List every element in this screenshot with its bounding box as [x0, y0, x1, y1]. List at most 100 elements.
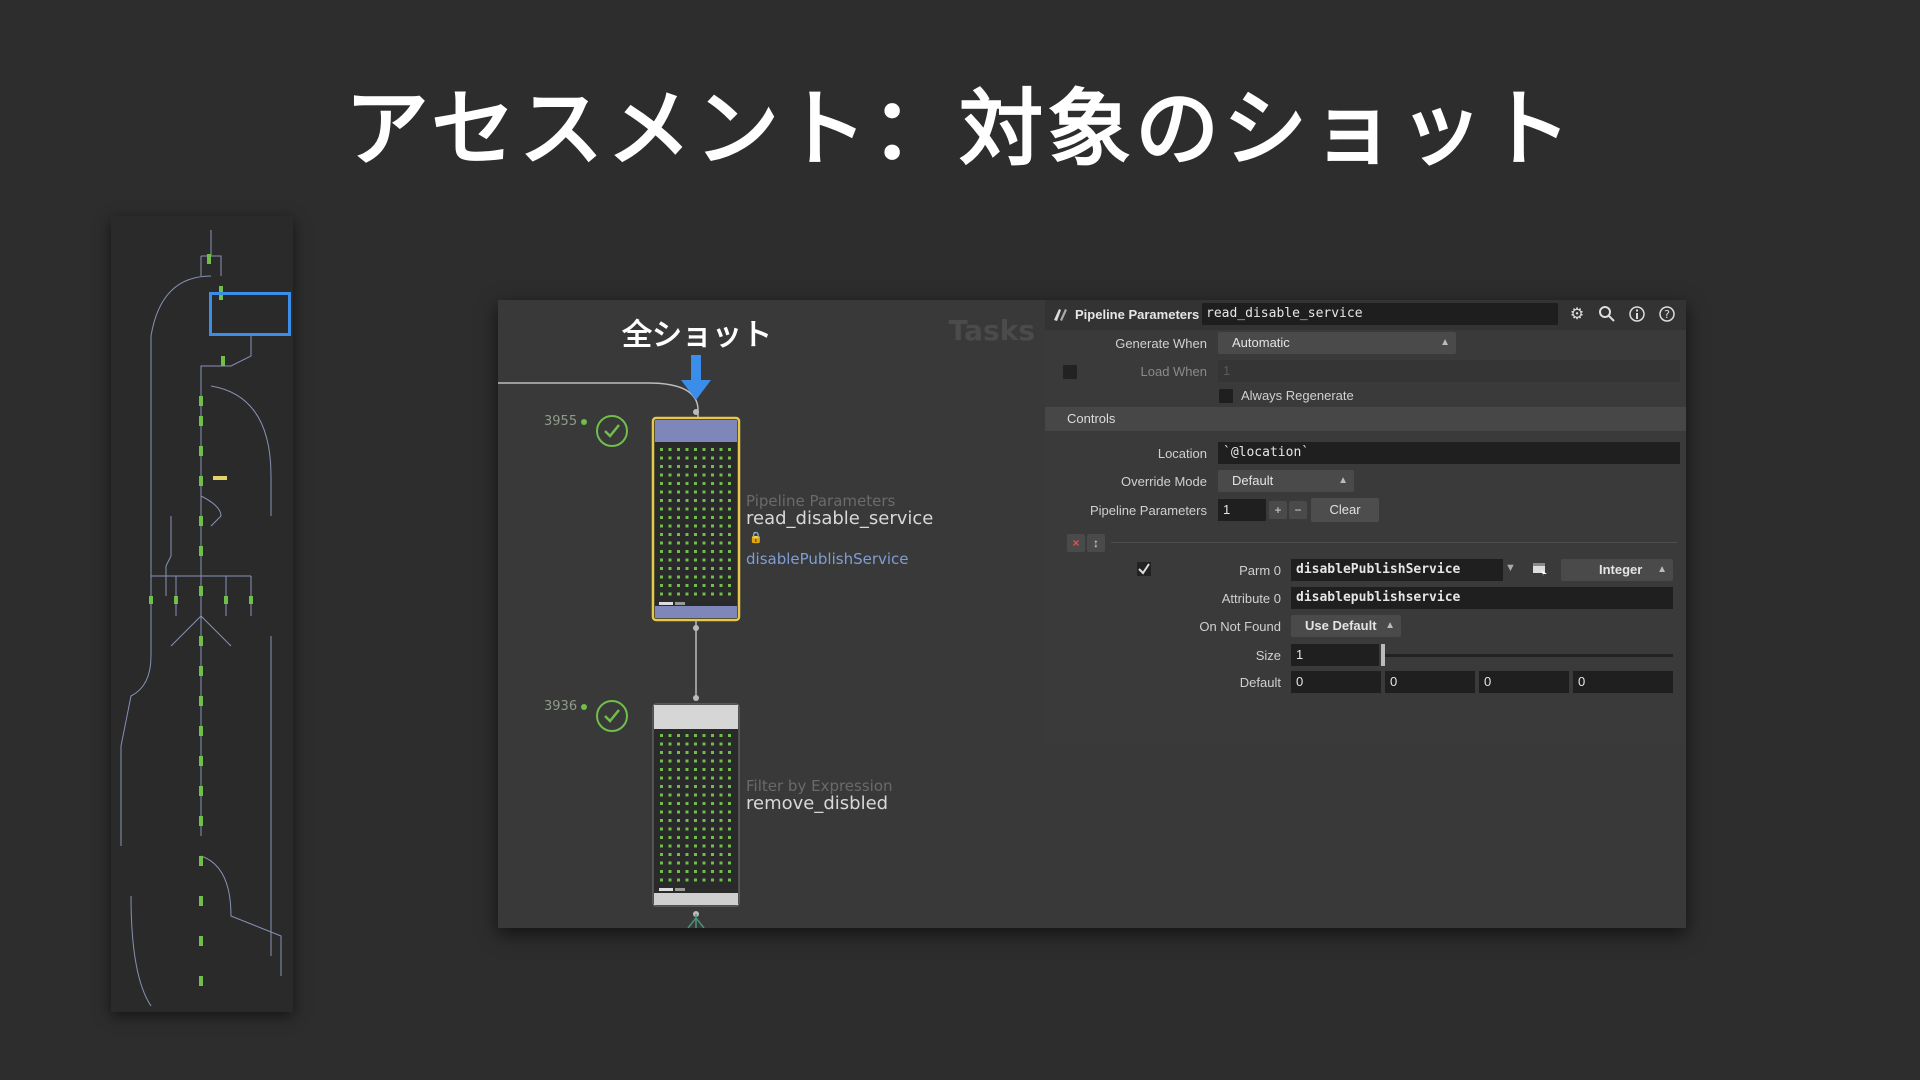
work-item-dot[interactable]	[702, 516, 706, 519]
work-item-dot[interactable]	[711, 456, 714, 460]
work-item-dot[interactable]	[711, 734, 714, 737]
work-item-dot[interactable]	[719, 490, 723, 494]
work-item-dot[interactable]	[694, 533, 697, 536]
work-item-dot[interactable]	[660, 751, 663, 754]
work-item-dot[interactable]	[694, 499, 697, 502]
work-item-dot[interactable]	[719, 776, 723, 780]
work-item-dot[interactable]	[677, 465, 680, 468]
work-item-dot[interactable]	[668, 584, 672, 587]
work-item-dot[interactable]	[728, 584, 731, 587]
work-item-dot[interactable]	[694, 861, 697, 865]
add-parameter-button[interactable]: +	[1269, 501, 1287, 519]
work-item-dot[interactable]	[677, 575, 680, 579]
work-item-dot[interactable]	[719, 844, 723, 848]
work-item-dot[interactable]	[677, 759, 680, 763]
work-item-dot[interactable]	[660, 567, 663, 570]
work-item-dot[interactable]	[694, 844, 697, 848]
work-item-dot[interactable]	[719, 473, 723, 477]
work-item-dot[interactable]	[711, 861, 714, 865]
work-item-dot[interactable]	[668, 541, 672, 545]
work-item-dot[interactable]	[660, 878, 663, 882]
work-item-dot[interactable]	[711, 793, 714, 797]
work-item-dot[interactable]	[685, 853, 689, 856]
work-item-dot[interactable]	[711, 499, 714, 502]
work-item-dot[interactable]	[711, 870, 714, 873]
work-item-dot[interactable]	[711, 567, 714, 570]
size-slider-track[interactable]	[1383, 654, 1673, 657]
work-item-dot[interactable]	[660, 584, 663, 587]
work-item-dot[interactable]	[685, 575, 689, 579]
location-field[interactable]: `@location`	[1218, 442, 1680, 464]
work-item-dot[interactable]	[702, 592, 706, 596]
work-item-dot[interactable]	[677, 499, 680, 502]
work-item-dot[interactable]	[711, 785, 714, 788]
work-item-dot[interactable]	[668, 473, 672, 477]
default-field-1[interactable]: 0	[1385, 671, 1475, 693]
remove-parameter-button[interactable]: −	[1289, 501, 1307, 519]
work-item-dot[interactable]	[694, 819, 697, 822]
work-item-dot[interactable]	[728, 734, 731, 737]
work-item-dot[interactable]	[677, 785, 680, 788]
work-item-dot[interactable]	[668, 768, 672, 771]
work-item-dot[interactable]	[685, 734, 689, 737]
work-item-dot[interactable]	[728, 742, 731, 746]
work-item-dot[interactable]	[711, 507, 714, 511]
work-item-dot[interactable]	[702, 878, 706, 882]
work-item-dot[interactable]	[702, 507, 706, 511]
work-item-dot[interactable]	[694, 768, 697, 771]
work-item-dot[interactable]	[677, 507, 680, 511]
work-item-dot[interactable]	[668, 533, 672, 536]
work-item-dot[interactable]	[702, 870, 706, 873]
work-item-dot[interactable]	[685, 507, 689, 511]
work-item-dot[interactable]	[719, 567, 723, 570]
work-item-dot[interactable]	[668, 751, 672, 754]
work-item-dot[interactable]	[702, 759, 706, 763]
parm0-dropdown-icon[interactable]: ▼	[1505, 562, 1516, 574]
work-item-dot[interactable]	[668, 575, 672, 579]
work-item-dot[interactable]	[685, 550, 689, 553]
work-item-dot[interactable]	[694, 853, 697, 856]
work-item-dot[interactable]	[702, 785, 706, 788]
work-item-dot[interactable]	[719, 836, 723, 839]
work-item-dot[interactable]	[694, 870, 697, 873]
work-item-dot[interactable]	[719, 456, 723, 460]
work-item-dot[interactable]	[711, 853, 714, 856]
work-item-dot[interactable]	[711, 541, 714, 545]
work-item-dot[interactable]	[719, 768, 723, 771]
work-item-dot[interactable]	[677, 810, 680, 814]
work-item-dot[interactable]	[660, 870, 663, 873]
work-item-dot[interactable]	[719, 584, 723, 587]
work-item-dot[interactable]	[685, 742, 689, 746]
work-item-dot[interactable]	[728, 499, 731, 502]
work-item-dot[interactable]	[719, 592, 723, 596]
work-item-dot[interactable]	[668, 819, 672, 822]
work-item-dot[interactable]	[728, 490, 731, 494]
work-item-dot[interactable]	[702, 836, 706, 839]
work-item-dot[interactable]	[719, 541, 723, 545]
work-item-dot[interactable]	[702, 853, 706, 856]
work-item-dot[interactable]	[728, 524, 731, 528]
work-item-dot[interactable]	[711, 844, 714, 848]
work-item-dot[interactable]	[660, 793, 663, 797]
work-item-dot[interactable]	[685, 558, 689, 562]
work-item-dot[interactable]	[719, 448, 723, 451]
work-item-dot[interactable]	[702, 776, 706, 780]
work-item-dot[interactable]	[719, 793, 723, 797]
work-item-dot[interactable]	[719, 734, 723, 737]
work-item-dot[interactable]	[677, 768, 680, 771]
work-item-dot[interactable]	[685, 592, 689, 596]
work-item-dot[interactable]	[711, 802, 714, 805]
work-item-dot[interactable]	[711, 482, 714, 485]
work-item-dot[interactable]	[677, 734, 680, 737]
clear-button[interactable]: Clear	[1311, 498, 1379, 522]
work-item-dot[interactable]	[685, 456, 689, 460]
work-item-dot[interactable]	[668, 759, 672, 763]
work-item-dot[interactable]	[677, 558, 680, 562]
work-item-dot[interactable]	[728, 550, 731, 553]
work-item-dot[interactable]	[694, 734, 697, 737]
work-item-dot[interactable]	[719, 819, 723, 822]
work-item-dot[interactable]	[660, 734, 663, 737]
work-item-dot[interactable]	[719, 810, 723, 814]
work-item-dot[interactable]	[677, 490, 680, 494]
work-item-dot[interactable]	[702, 473, 706, 477]
